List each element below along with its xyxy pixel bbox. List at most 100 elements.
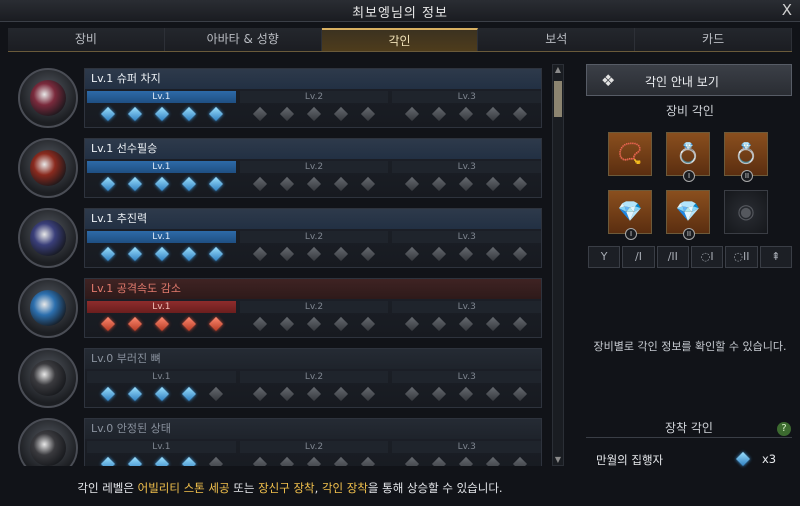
gem-icon [404, 456, 420, 466]
level-bar: Lv.2 [239, 91, 389, 103]
ring-slot-1[interactable]: 💎 I [608, 190, 652, 240]
gem-icon [100, 246, 116, 262]
empty-slot-icon: ◉ [737, 199, 755, 223]
engraving-symbol-icon [30, 220, 66, 256]
ability-stone-slot[interactable]: ◉ [724, 190, 768, 234]
engraving-name: Lv.0 안정된 상태 [85, 419, 541, 439]
gem-row [97, 316, 537, 333]
engraving-row[interactable]: Lv.1 추진력 Lv.1 Lv.2 Lv.3 [16, 204, 544, 272]
level-bar: Lv.3 [392, 231, 542, 243]
earring-slot-1[interactable]: 💍 I [666, 132, 710, 182]
gem-icon [208, 176, 224, 192]
gem-icon [100, 106, 116, 122]
slot-badge: II [683, 228, 695, 240]
gem-icon [306, 456, 322, 466]
tab-avatar[interactable]: 아바타 & 성향 [164, 28, 322, 51]
gem-icon [279, 456, 295, 466]
engraving-detail: Lv.0 안정된 상태 Lv.1 Lv.2 Lv.3 [84, 418, 542, 466]
gem-icon [485, 106, 501, 122]
gem-icon [404, 246, 420, 262]
engraving-row[interactable]: Lv.1 공격속도 감소 Lv.1 Lv.2 Lv.3 [16, 274, 544, 342]
engraving-row[interactable]: Lv.1 선수필승 Lv.1 Lv.2 Lv.3 [16, 134, 544, 202]
gem-icon [181, 316, 197, 332]
level-bar: Lv.1 [87, 231, 236, 243]
earring-2-filter-icon[interactable]: ∕II [656, 246, 689, 268]
gem-row [97, 106, 537, 123]
slot-badge: I [683, 170, 695, 182]
gem-icon [306, 176, 322, 192]
gem-icon [279, 246, 295, 262]
earring-1-filter-icon[interactable]: ∕I [622, 246, 655, 268]
level-bar: Lv.1 [87, 91, 236, 103]
gem-icon [127, 106, 143, 122]
level-bar: Lv.2 [239, 161, 389, 173]
gem-icon [512, 386, 528, 402]
equip-engraving-title: 장비 각인 [666, 104, 714, 118]
gem-icon [404, 316, 420, 332]
gem-icon [458, 386, 474, 402]
ring-2-filter-icon[interactable]: ◌II [725, 246, 758, 268]
engraving-guide-button[interactable]: ❖ 각인 안내 보기 [586, 64, 792, 96]
equip-filter-row: Y ∕I ∕II ◌I ◌II ⇞ [588, 246, 792, 268]
engraving-footer-note: 각인 레벨은 어빌리티 스톤 세공 또는 장신구 장착, 각인 장착을 통해 상… [0, 480, 580, 496]
gem-row [97, 386, 537, 403]
engraving-row[interactable]: Lv.0 부러진 뼈 Lv.1 Lv.2 Lv.3 [16, 344, 544, 412]
applied-engraving-name: 만월의 집행자 [596, 453, 664, 467]
necklace-icon: 📿 [617, 141, 643, 165]
stone-filter-icon[interactable]: ⇞ [759, 246, 792, 268]
tab-engraving[interactable]: 각인 [321, 28, 479, 51]
ring-slot-2[interactable]: 💎 II [666, 190, 710, 240]
tab-gems[interactable]: 보석 [478, 28, 636, 51]
engraving-row[interactable]: Lv.1 슈퍼 차지 Lv.1 Lv.2 Lv.3 [16, 64, 544, 132]
gem-icon [458, 456, 474, 466]
gem-icon [154, 106, 170, 122]
level-bar: Lv.1 [87, 301, 236, 313]
book-icon: ❖ [601, 71, 616, 90]
level-bar: Lv.3 [392, 91, 542, 103]
level-bar: Lv.1 [87, 161, 236, 173]
necklace-slot[interactable]: 📿 [608, 132, 652, 176]
gem-icon [404, 106, 420, 122]
engraving-portrait-icon [18, 418, 78, 466]
scrollbar[interactable]: ▲ ▼ [552, 64, 564, 466]
gem-icon [431, 456, 447, 466]
tab-bar: 장비 아바타 & 성향 각인 보석 카드 [8, 28, 792, 52]
gem-icon [360, 106, 376, 122]
gem-icon [154, 456, 170, 466]
footer-text: 각인 레벨은 [77, 481, 138, 495]
engraving-name: Lv.0 부러진 뼈 [85, 349, 541, 369]
level-bar: Lv.3 [392, 441, 542, 453]
level-bar: Lv.3 [392, 161, 542, 173]
earring-slot-2[interactable]: 💍 II [724, 132, 768, 182]
engraving-name: Lv.1 공격속도 감소 [85, 279, 541, 299]
equip-info-text: 장비별로 각인 정보를 확인할 수 있습니다. [593, 340, 787, 353]
engraving-name: Lv.1 슈퍼 차지 [85, 69, 541, 89]
gem-icon [306, 246, 322, 262]
tab-cards[interactable]: 카드 [635, 28, 792, 51]
tab-equipment[interactable]: 장비 [8, 28, 165, 51]
engraving-detail: Lv.1 선수필승 Lv.1 Lv.2 Lv.3 [84, 138, 542, 198]
gem-icon [458, 316, 474, 332]
engraving-guide-label: 각인 안내 보기 [645, 75, 719, 89]
gem-icon [252, 456, 268, 466]
engraving-row[interactable]: Lv.0 안정된 상태 Lv.1 Lv.2 Lv.3 [16, 414, 544, 466]
scroll-thumb[interactable] [554, 81, 562, 117]
close-icon[interactable]: X [782, 1, 792, 19]
gem-icon [208, 316, 224, 332]
gem-icon [360, 386, 376, 402]
gem-icon [100, 316, 116, 332]
footer-text: , [314, 481, 322, 495]
earring-icon: 💍 [733, 141, 759, 165]
ring-1-filter-icon[interactable]: ◌I [690, 246, 724, 268]
gem-icon [252, 386, 268, 402]
gem-icon [181, 106, 197, 122]
scroll-down-icon[interactable]: ▼ [553, 455, 563, 465]
scroll-up-icon[interactable]: ▲ [553, 65, 563, 75]
level-bar: Lv.1 [87, 441, 236, 453]
engraving-detail: Lv.0 부러진 뼈 Lv.1 Lv.2 Lv.3 [84, 348, 542, 408]
level-bars: Lv.1 Lv.2 Lv.3 [87, 371, 542, 383]
necklace-filter-icon[interactable]: Y [588, 246, 621, 268]
gem-icon [181, 246, 197, 262]
level-bars: Lv.1 Lv.2 Lv.3 [87, 301, 542, 313]
help-icon[interactable]: ? [777, 422, 791, 436]
